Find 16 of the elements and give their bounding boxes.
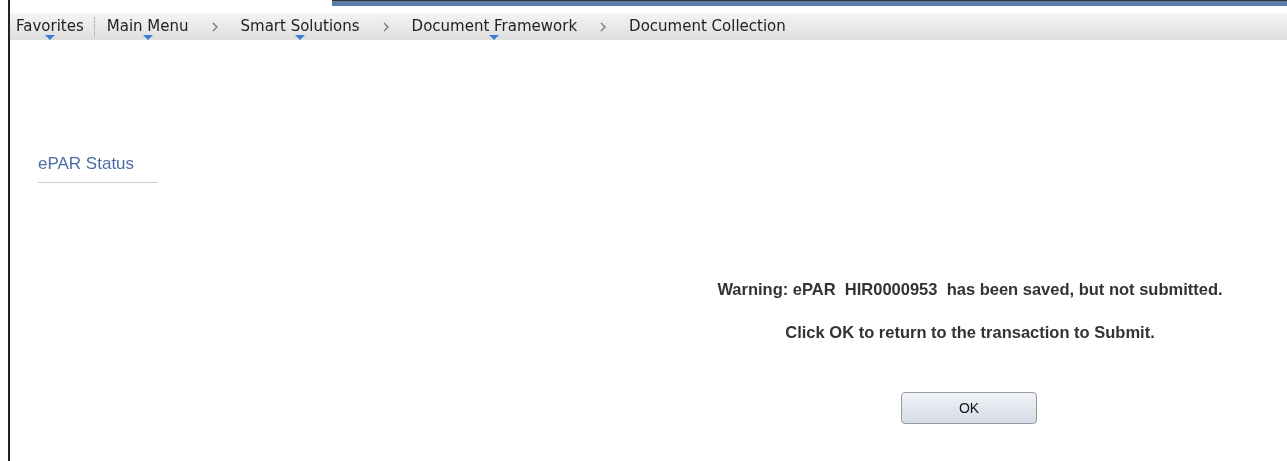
message-text: Click OK to return to the transaction to Submit.: [785, 323, 1155, 342]
chevron-icon: [599, 21, 608, 32]
caret-icon: [295, 35, 306, 40]
breadcrumb-link[interactable]: Favorites: [12, 13, 88, 40]
message-text: Warning: ePAR HIR0000953 has been saved, but not submitted.: [717, 280, 1223, 299]
breadcrumb-link[interactable]: Main Menu: [102, 13, 193, 40]
chevron-icon: [210, 21, 219, 32]
chevron-icon: [381, 21, 390, 32]
caret-icon: [489, 35, 500, 40]
caret-icon: [44, 35, 55, 40]
breadcrumb-link[interactable]: Smart Solutions: [236, 13, 364, 40]
breadcrumb-link[interactable]: Document Framework: [407, 13, 582, 40]
breadcrumb-link[interactable]: Document Collection: [625, 13, 790, 40]
page-title: ePAR Status: [38, 154, 158, 183]
caret-icon: [142, 35, 153, 40]
ok-button[interactable]: OK: [901, 392, 1037, 424]
